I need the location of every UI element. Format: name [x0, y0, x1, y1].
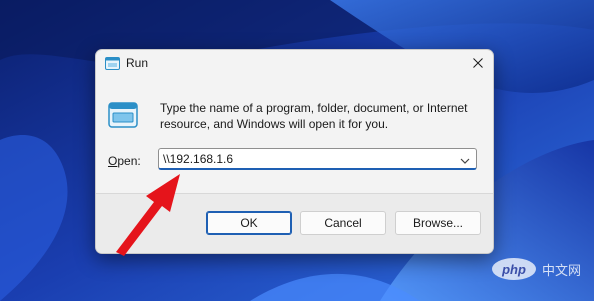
dialog-description: Type the name of a program, folder, docu…	[160, 101, 468, 131]
run-app-icon	[108, 102, 138, 128]
open-label: Open:	[108, 154, 141, 168]
red-arrow-annotation-icon	[116, 174, 180, 256]
title-bar[interactable]: Run	[96, 50, 493, 78]
close-icon	[473, 55, 483, 73]
browse-button[interactable]: Browse...	[395, 211, 481, 235]
chevron-down-icon[interactable]	[460, 153, 470, 164]
open-label-accesskey: O	[108, 154, 118, 168]
watermark: php 中文网	[492, 258, 581, 280]
open-input[interactable]	[163, 151, 443, 167]
open-combobox[interactable]	[158, 148, 477, 170]
ok-button[interactable]: OK	[206, 211, 292, 235]
watermark-text: 中文网	[542, 262, 582, 278]
open-label-text: pen:	[117, 154, 141, 168]
php-logo: php	[492, 258, 536, 280]
close-button[interactable]	[463, 50, 493, 78]
run-app-icon	[105, 57, 120, 70]
cancel-button[interactable]: Cancel	[300, 211, 386, 235]
window-title: Run	[126, 56, 149, 70]
